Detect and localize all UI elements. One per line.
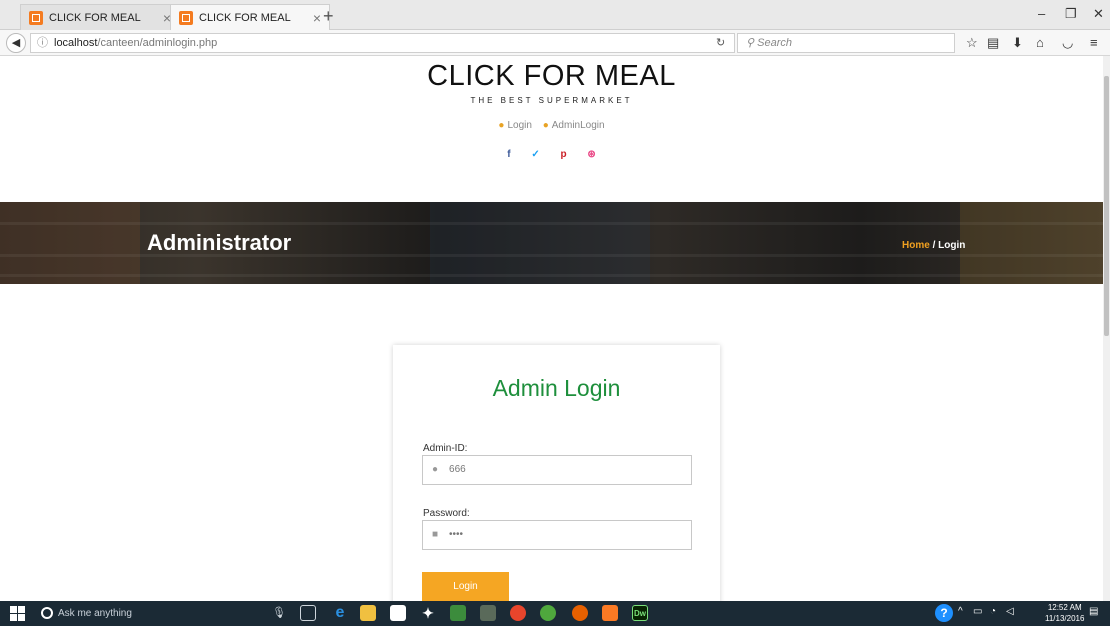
- tab-label: CLICK FOR MEAL: [49, 11, 141, 24]
- microphone-icon[interactable]: 🎙: [272, 606, 286, 619]
- facebook-icon[interactable]: f: [507, 149, 510, 160]
- reload-icon[interactable]: ↻: [716, 36, 725, 49]
- downloads-icon[interactable]: ⬇: [1012, 35, 1023, 51]
- site-favicon-icon: [179, 10, 193, 25]
- edge-icon[interactable]: e: [332, 605, 348, 621]
- site-favicon-icon: [29, 10, 43, 25]
- breadcrumb-home-link[interactable]: Home: [902, 240, 930, 251]
- volume-icon[interactable]: ◁: [1006, 606, 1014, 617]
- tray-chevron-icon[interactable]: ^: [958, 606, 963, 617]
- page-title: Administrator: [147, 230, 292, 255]
- top-links: ● Login ● AdminLogin: [0, 120, 1103, 131]
- wifi-icon[interactable]: ◔: [990, 606, 996, 617]
- site-tagline: THE BEST SUPERMARKET: [470, 96, 633, 105]
- tab-label: CLICK FOR MEAL: [199, 11, 291, 24]
- cortana-search-box[interactable]: Ask me anything: [39, 603, 289, 624]
- site-brand[interactable]: CLICK FOR MEAL: [0, 60, 1103, 93]
- battery-icon[interactable]: ▭: [973, 606, 982, 617]
- windows-taskbar: Ask me anything 🎙 e ✦ Dw ? ^ ▭ ◔ ◁ 12:52…: [0, 601, 1110, 626]
- scrollbar-thumb[interactable]: [1104, 76, 1109, 336]
- file-explorer-icon[interactable]: [360, 605, 376, 621]
- browser-tab-active[interactable]: CLICK FOR MEAL ×: [170, 4, 330, 30]
- user-icon: ●: [498, 120, 505, 131]
- reading-list-icon[interactable]: ▤: [987, 35, 999, 51]
- chrome-icon[interactable]: [510, 605, 526, 621]
- admin-login-link[interactable]: ● AdminLogin: [543, 120, 605, 131]
- banner-shelf-tint: [960, 202, 1103, 284]
- pocket-icon[interactable]: ◡: [1062, 35, 1073, 51]
- utorrent-icon[interactable]: [540, 605, 556, 621]
- user-icon: ●: [542, 120, 549, 131]
- dropbox-icon[interactable]: ✦: [420, 605, 436, 621]
- login-link-label: Login: [507, 120, 532, 131]
- login-button[interactable]: Login: [422, 572, 509, 601]
- dreamweaver-icon[interactable]: Dw: [632, 605, 648, 621]
- browser-tab-bar: CLICK FOR MEAL × CLICK FOR MEAL × + – ❐ …: [0, 0, 1110, 30]
- page-content: CLICK FOR MEAL THE BEST SUPERMARKET ● Log…: [0, 56, 1103, 601]
- lock-icon: ■: [432, 529, 439, 540]
- close-window-icon[interactable]: ✕: [1093, 6, 1104, 22]
- back-arrow-icon[interactable]: ◀: [6, 33, 26, 53]
- password-label: Password:: [423, 508, 470, 519]
- password-value: ••••: [449, 529, 464, 540]
- search-icon: ⚲: [746, 37, 755, 49]
- firefox-icon[interactable]: [572, 605, 588, 621]
- task-view-icon[interactable]: [300, 605, 316, 621]
- user-icon: ●: [432, 464, 439, 475]
- admin-id-field[interactable]: ● 666: [422, 455, 692, 485]
- banner-shelf-tint: [430, 202, 650, 284]
- app-grey-icon[interactable]: [480, 605, 496, 621]
- admin-login-link-label: AdminLogin: [551, 120, 605, 131]
- minimize-window-icon[interactable]: –: [1038, 6, 1045, 21]
- browser-search-placeholder: Search: [757, 37, 792, 49]
- close-tab-icon[interactable]: ×: [313, 10, 321, 26]
- breadcrumb-current: Login: [938, 240, 966, 251]
- store-icon[interactable]: [390, 605, 406, 621]
- breadcrumb-separator: /: [929, 240, 939, 251]
- help-icon[interactable]: ?: [935, 604, 953, 622]
- url-host: localhost: [54, 37, 98, 49]
- browser-search-input[interactable]: ⚲ Search: [737, 33, 955, 53]
- password-field[interactable]: ■ ••••: [422, 520, 692, 550]
- login-link[interactable]: ● Login: [498, 120, 532, 131]
- windows-start-icon[interactable]: [10, 606, 25, 621]
- new-tab-button[interactable]: +: [323, 6, 334, 27]
- home-icon[interactable]: ⌂: [1036, 35, 1044, 50]
- breadcrumb: Home / Login: [902, 240, 965, 251]
- menu-icon[interactable]: ≡: [1090, 35, 1098, 50]
- app-green-icon[interactable]: [450, 605, 466, 621]
- admin-login-card: Admin Login Admin-ID: ● 666 Password: ■ ••…: [393, 345, 720, 601]
- pinterest-icon[interactable]: p: [561, 149, 567, 160]
- url-path: /canteen/adminlogin.php: [97, 37, 218, 49]
- banner-shelf-line: [0, 274, 1103, 277]
- bookmark-star-icon[interactable]: ☆: [966, 35, 978, 51]
- clock-date: 11/13/2016: [1045, 614, 1085, 623]
- admin-id-value: 666: [449, 464, 466, 475]
- login-card-title: Admin Login: [492, 375, 621, 401]
- page-scrollbar[interactable]: [1103, 56, 1110, 601]
- social-links: f ✓ p ⊛: [0, 149, 1103, 160]
- twitter-icon[interactable]: ✓: [531, 149, 539, 160]
- banner-shelf-tint: [0, 202, 140, 284]
- admin-id-label: Admin-ID:: [423, 443, 468, 454]
- cortana-icon: [41, 607, 53, 620]
- restore-window-icon[interactable]: ❐: [1065, 6, 1077, 22]
- browser-tab[interactable]: CLICK FOR MEAL ×: [20, 4, 180, 30]
- banner-shelf-line: [0, 222, 1103, 225]
- browser-nav-bar: ◀ ⓘ localhost/canteen/adminlogin.php ↻ ⚲ …: [0, 30, 1110, 56]
- clock-time: 12:52 AM: [1047, 603, 1082, 612]
- url-bar[interactable]: ⓘ localhost/canteen/adminlogin.php: [30, 33, 735, 53]
- notifications-icon[interactable]: ▤: [1089, 606, 1098, 617]
- dribbble-icon[interactable]: ⊛: [587, 149, 595, 160]
- xampp-icon[interactable]: [602, 605, 618, 621]
- system-clock[interactable]: 12:52 AM 11/13/2016: [1045, 602, 1084, 624]
- cortana-placeholder: Ask me anything: [58, 608, 132, 619]
- page-banner: Administrator Home / Login: [0, 202, 1103, 284]
- info-icon[interactable]: ⓘ: [37, 37, 48, 49]
